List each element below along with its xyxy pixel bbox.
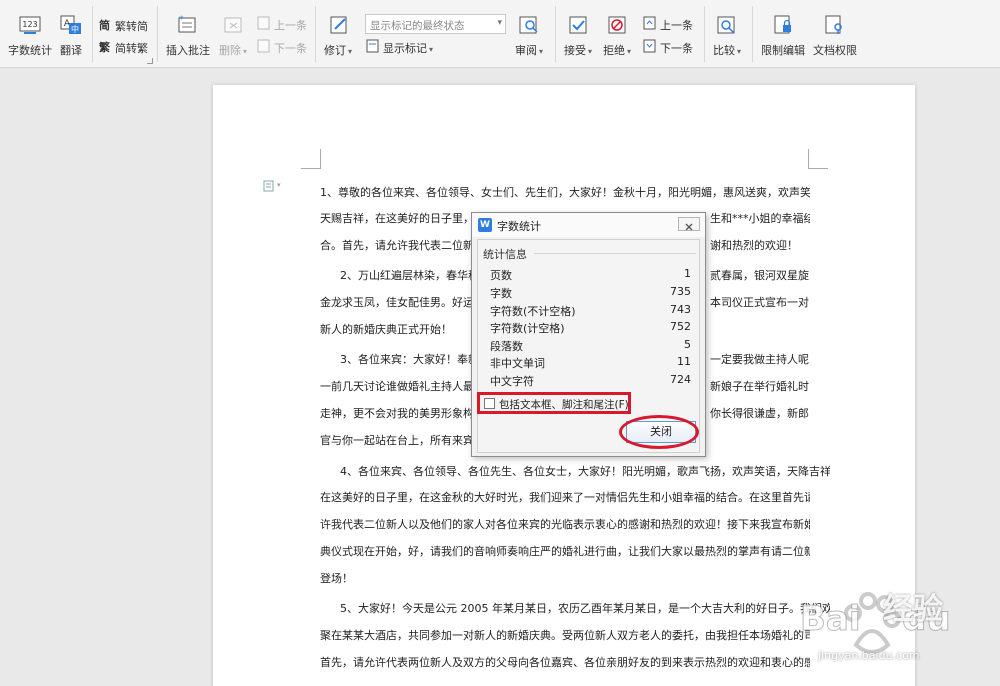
doc-line-fragment: 一定要我做主持人呢 <box>710 353 809 366</box>
doc-rights-label: 文档权限 <box>813 44 857 57</box>
doc-line-fragment: 谢和热烈的欢迎！ <box>710 239 798 252</box>
ribbon-divider <box>157 6 158 62</box>
section-divider <box>534 253 696 254</box>
watermark-text: 经验 <box>883 592 943 627</box>
trad-to-simp-label: 繁转简 <box>115 20 148 33</box>
review-pane-label: 审阅 ▾ <box>515 44 544 57</box>
ribbon-divider <box>555 6 556 62</box>
dialog-title: 字数统计 <box>497 220 541 233</box>
review-pane-icon <box>519 16 538 34</box>
show-markup-label: 显示标记 ▾ <box>383 42 434 55</box>
doc-line-fragment: 本司仪正式宣布一对 <box>710 296 809 309</box>
translate-icon: A 中 <box>60 15 81 34</box>
crop-mark <box>301 149 321 169</box>
annotation-highlight-ellipse <box>619 415 699 449</box>
stat-pages-label: 页数 <box>490 269 512 282</box>
track-changes-label: 修订 ▾ <box>324 44 353 57</box>
wps-logo-icon: W <box>478 218 492 232</box>
prev-comment-label: 上一条 <box>274 19 307 32</box>
svg-text:Bai: Bai <box>800 599 861 639</box>
annotation-highlight-box <box>477 392 631 414</box>
crop-mark <box>808 149 828 169</box>
insert-comment-label: 插入批注 <box>166 44 210 57</box>
stat-paragraphs-value: 5 <box>684 338 691 351</box>
doc-line: 首先，请允许代表两位新人及双方的父母向各位嘉宾、各位亲朋好友的到来表示热烈的欢迎… <box>320 656 810 669</box>
doc-line-fragment: 贰春属，银河双星旋， <box>710 269 810 282</box>
stat-pages-value: 1 <box>684 267 691 280</box>
review-ribbon: 123 字数统计 A 中 翻译 简 繁转简 繁 简转繁 * 插入批注 删除 ▾ … <box>0 0 1000 68</box>
markup-state-value: 显示标记的最终状态 <box>370 20 465 32</box>
stats-section-title: 统计信息 <box>483 248 527 261</box>
close-icon[interactable] <box>678 217 700 231</box>
word-count-label: 字数统计 <box>8 44 52 57</box>
stat-chars-with-spaces-label: 字符数(计空格) <box>490 322 565 335</box>
ribbon-divider <box>752 6 753 62</box>
stat-words-value: 735 <box>670 285 691 298</box>
doc-line: 登场！ <box>320 572 353 585</box>
svg-text:*: * <box>179 15 184 25</box>
compare-label: 比较 ▾ <box>713 44 742 57</box>
simp-to-trad-label: 简转繁 <box>115 42 148 55</box>
next-change-icon <box>643 39 656 53</box>
delete-comment-icon <box>224 17 242 33</box>
stat-non-chinese-words-label: 非中文单词 <box>490 357 545 370</box>
stat-words-label: 字数 <box>490 287 512 300</box>
next-comment-label: 下一条 <box>274 42 307 55</box>
doc-line: 4、各位来宾、各位领导、各位先生、各位女士，大家好！阳光明媚，歌声飞扬，欢声笑语… <box>340 465 830 478</box>
markup-state-select[interactable]: 显示标记的最终状态 ▾ <box>365 14 506 34</box>
show-markup-icon <box>366 39 379 53</box>
prev-change-label: 上一条 <box>660 19 693 32</box>
doc-line: 典仪式现在开始，好，请我们的音响师奏响庄严的婚礼进行曲，让我们大家以最热烈的掌声… <box>320 545 810 558</box>
ribbon-divider <box>315 6 316 62</box>
doc-rights-icon <box>825 15 842 34</box>
chevron-down-icon: ▾ <box>497 18 502 28</box>
stat-chars-no-spaces-value: 743 <box>670 303 691 316</box>
watermark-url: jingyan.baidu.com <box>818 649 920 662</box>
doc-line-fragment: 你长得很谦虚，新郎 <box>710 407 809 420</box>
trad-char-icon: 简 <box>99 19 110 32</box>
reject-icon <box>608 16 626 34</box>
prev-comment-icon <box>257 16 270 30</box>
dialog-titlebar[interactable]: W 字数统计 <box>472 213 705 237</box>
close-x-glyph <box>685 223 693 231</box>
accept-icon <box>569 16 587 34</box>
stat-non-chinese-words-value: 11 <box>677 355 691 368</box>
chevron-down-icon: ▾ <box>277 181 281 189</box>
accept-label: 接受 ▾ <box>564 44 593 57</box>
stat-chars-with-spaces-value: 752 <box>670 320 691 333</box>
svg-text:中: 中 <box>71 24 79 34</box>
restrict-editing-label: 限制编辑 <box>761 44 805 57</box>
group-launcher-icon[interactable] <box>147 58 153 64</box>
stat-chars-no-spaces-label: 字符数(不计空格) <box>490 305 576 318</box>
stat-chinese-chars-value: 724 <box>670 373 691 386</box>
stat-paragraphs-label: 段落数 <box>490 340 523 353</box>
restrict-editing-icon <box>774 15 791 34</box>
next-change-label: 下一条 <box>660 42 693 55</box>
track-changes-icon <box>330 16 347 34</box>
doc-line: 聚在某某大酒店，共同参加一对新人的新婚庆典。受两位新人双方老人的委托，由我担任本… <box>320 629 810 642</box>
insert-comment-icon: * <box>178 15 196 33</box>
stat-chinese-chars-label: 中文字符 <box>490 375 534 388</box>
prev-change-icon <box>643 16 656 30</box>
doc-line: 许我代表二位新人以及他们的家人对各位来宾的光临表示衷心的感谢和热烈的欢迎！接下来… <box>320 518 810 531</box>
doc-line: 1、尊敬的各位来宾、各位领导、女士们、先生们，大家好！金秋十月，阳光明媚，惠风送… <box>320 186 810 199</box>
simp-char-icon: 繁 <box>99 41 110 54</box>
doc-line-fragment: 新娘子在举行婚礼时 <box>710 380 809 393</box>
next-comment-icon <box>257 39 270 53</box>
compare-icon <box>717 16 735 34</box>
doc-line: 5、大家好！今天是公元 2005 年某月某日，农历乙酉年某月某日，是一个大吉大利… <box>340 602 830 615</box>
doc-line-fragment: 生和***小姐的幸福结 <box>710 212 810 225</box>
translate-label: 翻译 <box>60 44 82 57</box>
word-count-icon: 123 <box>19 16 41 34</box>
reject-label: 拒绝 ▾ <box>603 44 632 57</box>
svg-text:123: 123 <box>22 20 37 29</box>
delete-comment-label: 删除 ▾ <box>219 44 248 57</box>
ribbon-divider <box>92 6 93 62</box>
ribbon-divider <box>704 6 705 62</box>
paragraph-marker-icon[interactable] <box>263 180 275 192</box>
doc-line: 在这美好的日子里，在这金秋的大好时光，我们迎来了一对情侣先生和小姐幸福的结合。在… <box>320 491 810 504</box>
